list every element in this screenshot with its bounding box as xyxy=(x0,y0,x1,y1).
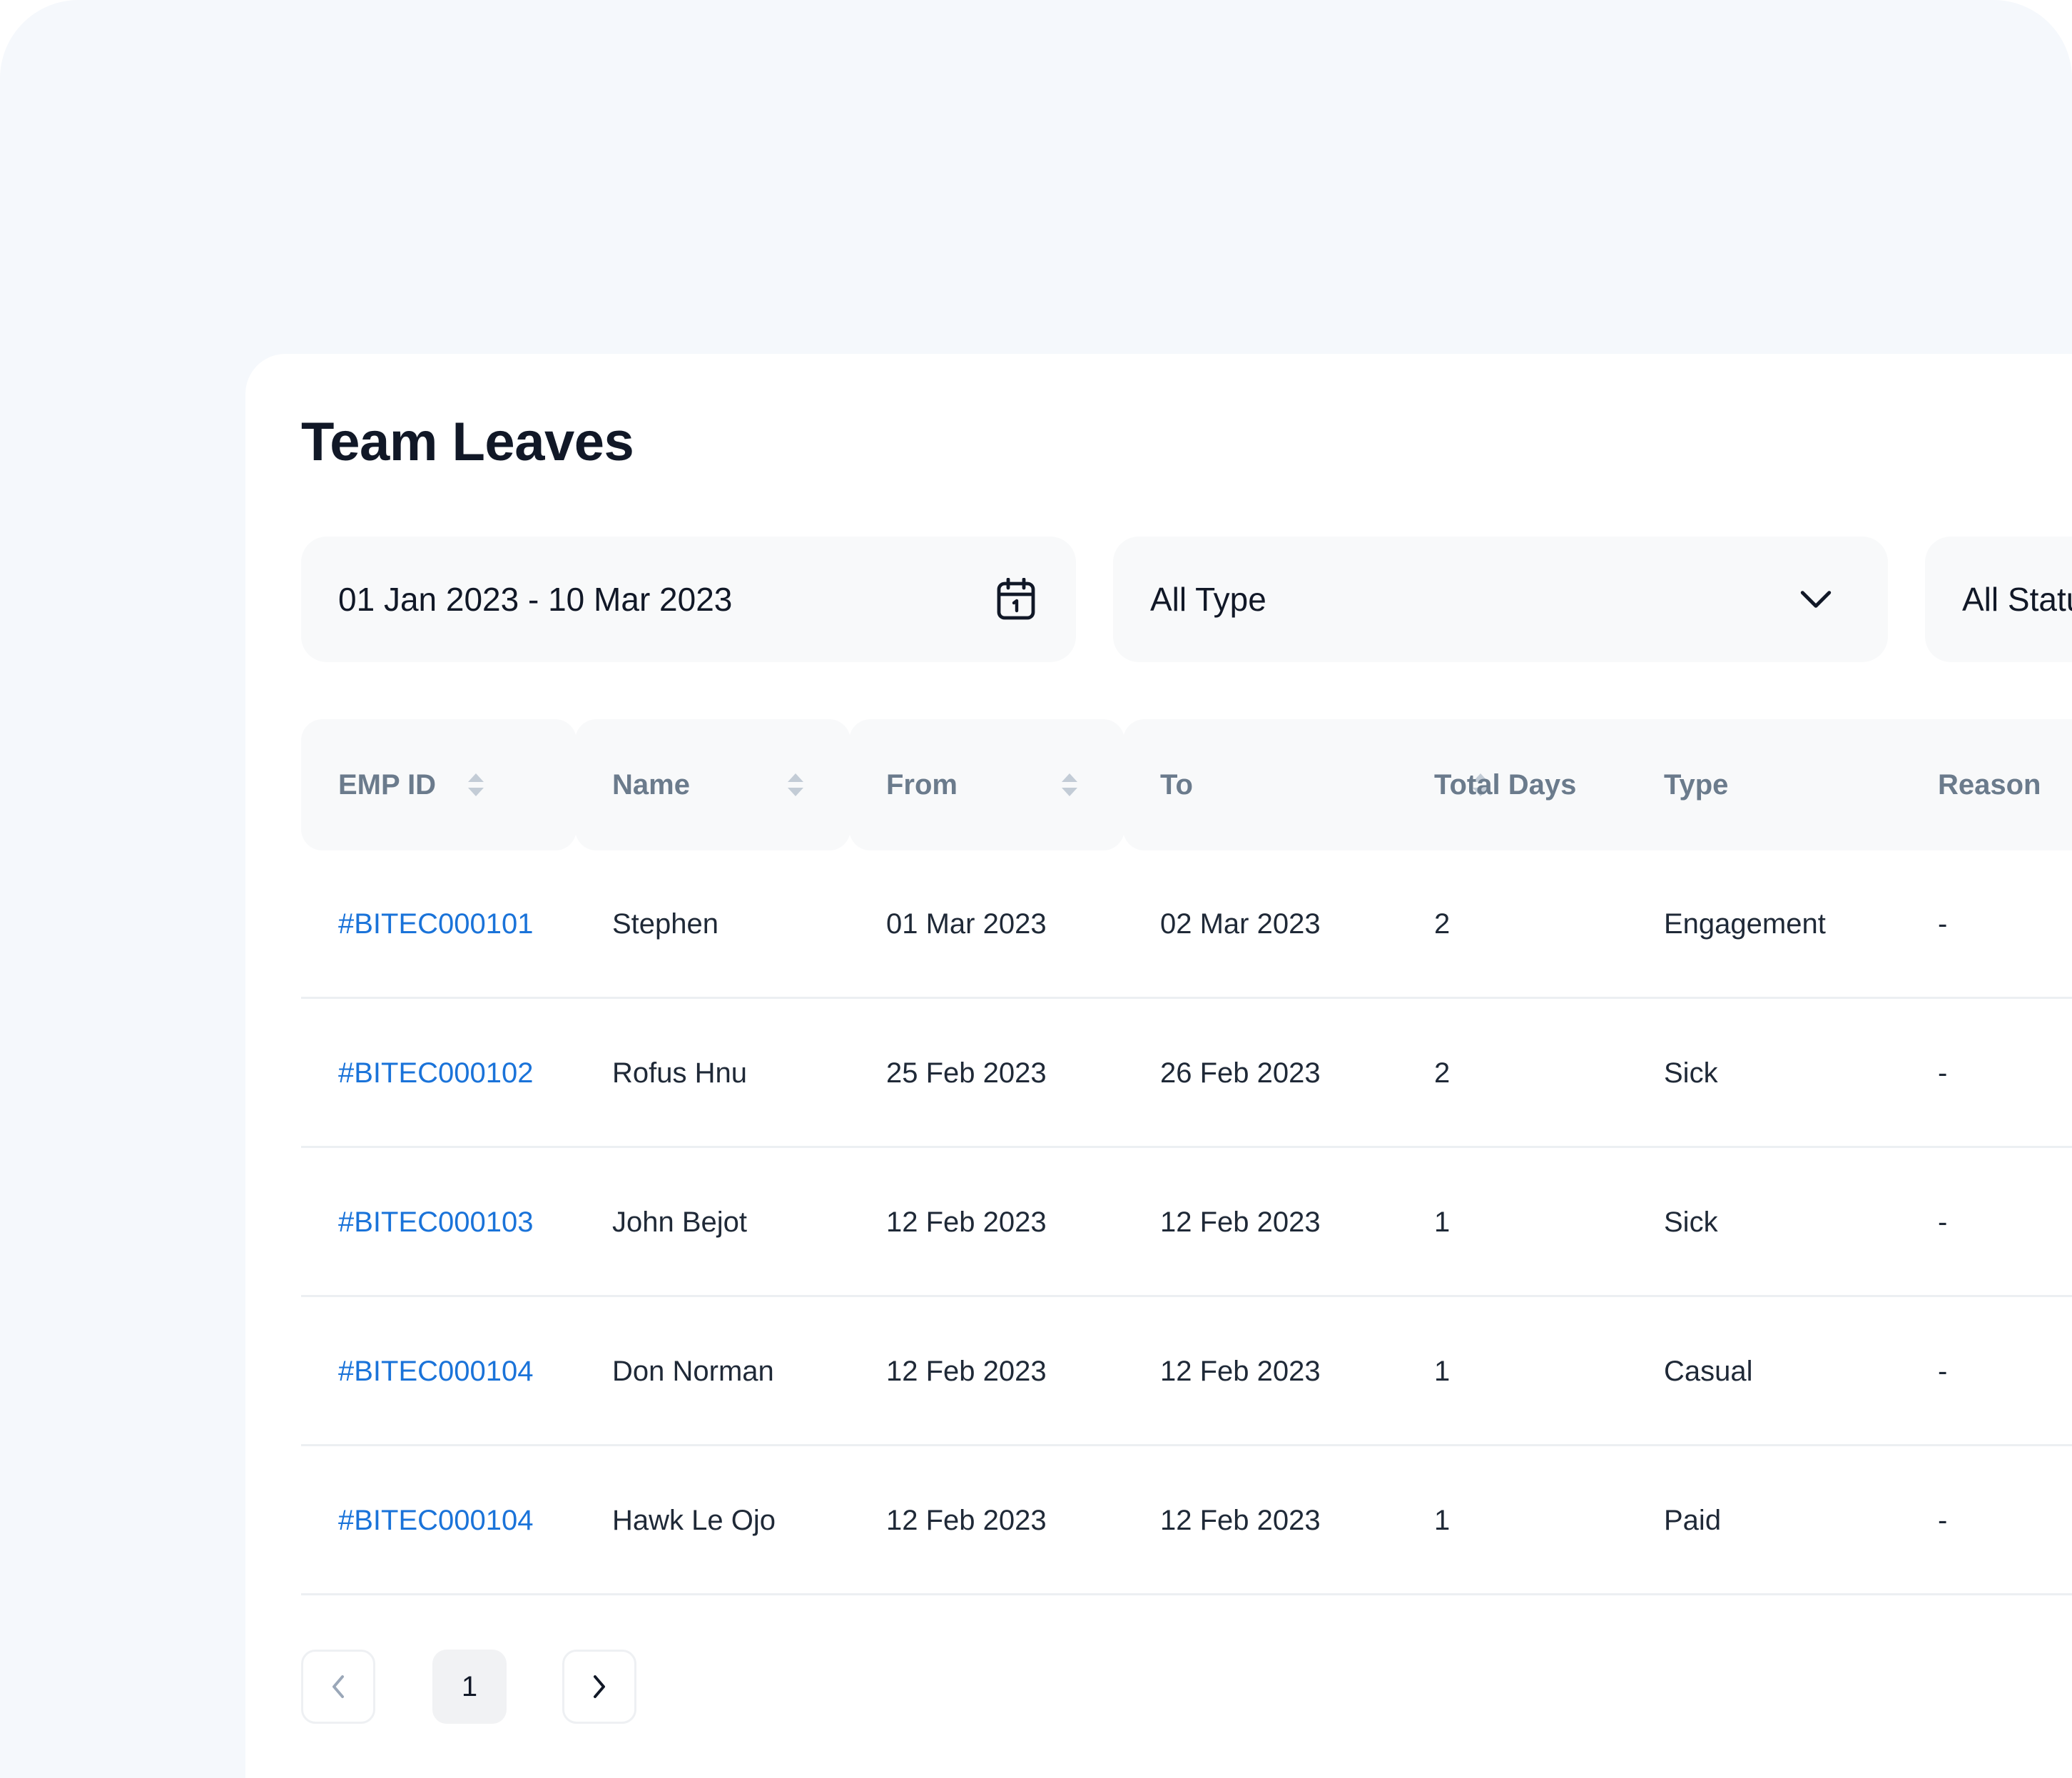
leave-reason: - xyxy=(1938,1505,1948,1536)
emp-id-link[interactable]: #BITEC000104 xyxy=(338,1298,534,1445)
from-date: 25 Feb 2023 xyxy=(886,1057,1047,1089)
emp-id-link[interactable]: #BITEC000102 xyxy=(338,1000,534,1147)
leave-reason: - xyxy=(1938,1206,1948,1238)
leave-type-select[interactable]: All Type xyxy=(1113,537,1888,662)
total-days: 1 xyxy=(1434,1206,1451,1238)
team-leaves-card: Team Leaves 01 Jan 2023 - 10 Mar 2023 Al… xyxy=(245,354,2072,1778)
from-date: 12 Feb 2023 xyxy=(886,1505,1047,1536)
column-header-emp-id[interactable]: EMP ID xyxy=(301,719,577,850)
emp-id-link[interactable]: #BITEC000101 xyxy=(338,850,534,997)
page-number-button[interactable]: 1 xyxy=(432,1650,507,1724)
leave-status-select[interactable]: All Statu xyxy=(1925,537,2072,662)
column-label-name: Name xyxy=(612,769,690,801)
table-header: EMP ID Name From To Total Days Type Reas… xyxy=(301,719,2072,850)
leave-reason: - xyxy=(1938,1057,1948,1089)
from-date: 01 Mar 2023 xyxy=(886,908,1047,940)
leave-reason: - xyxy=(1938,908,1948,940)
leave-reason: - xyxy=(1938,1356,1948,1387)
column-label-type: Type xyxy=(1664,769,1729,801)
leave-type: Sick xyxy=(1664,1206,1718,1238)
column-label-total-days: Total Days xyxy=(1434,769,1577,801)
previous-page-button[interactable] xyxy=(301,1650,375,1724)
total-days: 1 xyxy=(1434,1356,1451,1387)
chevron-right-icon xyxy=(594,1675,605,1698)
from-date: 12 Feb 2023 xyxy=(886,1356,1047,1387)
table-row: #BITEC000104 Don Norman 12 Feb 2023 12 F… xyxy=(301,1298,2072,1446)
to-date: 26 Feb 2023 xyxy=(1160,1057,1321,1089)
employee-name: Stephen xyxy=(612,908,719,940)
column-header-from[interactable]: From xyxy=(849,719,1124,850)
total-days: 2 xyxy=(1434,908,1451,940)
date-range-picker[interactable]: 01 Jan 2023 - 10 Mar 2023 xyxy=(301,537,1076,662)
table-row: #BITEC000103 John Bejot 12 Feb 2023 12 F… xyxy=(301,1149,2072,1297)
leave-type: Sick xyxy=(1664,1057,1718,1089)
page-title: Team Leaves xyxy=(301,412,634,472)
to-date: 12 Feb 2023 xyxy=(1160,1505,1321,1536)
to-date: 02 Mar 2023 xyxy=(1160,908,1321,940)
chevron-down-icon xyxy=(1800,591,1832,608)
from-date: 12 Feb 2023 xyxy=(886,1206,1047,1238)
column-header-name[interactable]: Name xyxy=(575,719,850,850)
column-label-reason: Reason xyxy=(1938,769,2041,801)
table-row: #BITEC000102 Rofus Hnu 25 Feb 2023 26 Fe… xyxy=(301,1000,2072,1148)
sort-icon[interactable] xyxy=(467,772,485,798)
column-label-from: From xyxy=(886,769,958,801)
leave-type: Engagement xyxy=(1664,908,1826,940)
employee-name: Hawk Le Ojo xyxy=(612,1505,776,1536)
next-page-button[interactable] xyxy=(562,1650,636,1724)
employee-name: Don Norman xyxy=(612,1356,774,1387)
to-date: 12 Feb 2023 xyxy=(1160,1206,1321,1238)
leave-type: Casual xyxy=(1664,1356,1753,1387)
employee-name: Rofus Hnu xyxy=(612,1057,747,1089)
date-range-value: 01 Jan 2023 - 10 Mar 2023 xyxy=(338,581,733,618)
column-header-group: To Total Days Type Reason xyxy=(1123,719,2072,850)
calendar-icon[interactable] xyxy=(996,578,1036,621)
employee-name: John Bejot xyxy=(612,1206,748,1238)
to-date: 12 Feb 2023 xyxy=(1160,1356,1321,1387)
leave-type-value: All Type xyxy=(1150,581,1266,618)
column-label-to[interactable]: To xyxy=(1160,719,1193,850)
app-background: Team Leaves 01 Jan 2023 - 10 Mar 2023 Al… xyxy=(0,0,2072,1778)
table-row: #BITEC000101 Stephen 01 Mar 2023 02 Mar … xyxy=(301,850,2072,999)
column-label-emp-id: EMP ID xyxy=(338,769,437,801)
sort-icon[interactable] xyxy=(786,772,805,798)
sort-icon[interactable] xyxy=(1060,772,1079,798)
chevron-left-icon xyxy=(332,1675,344,1698)
total-days: 1 xyxy=(1434,1505,1451,1536)
leave-status-value: All Statu xyxy=(1962,581,2072,618)
emp-id-link[interactable]: #BITEC000103 xyxy=(338,1149,534,1296)
emp-id-link[interactable]: #BITEC000104 xyxy=(338,1447,534,1594)
total-days: 2 xyxy=(1434,1057,1451,1089)
table-row: #BITEC000104 Hawk Le Ojo 12 Feb 2023 12 … xyxy=(301,1447,2072,1595)
leave-type: Paid xyxy=(1664,1505,1722,1536)
page-number-label: 1 xyxy=(461,1670,478,1702)
